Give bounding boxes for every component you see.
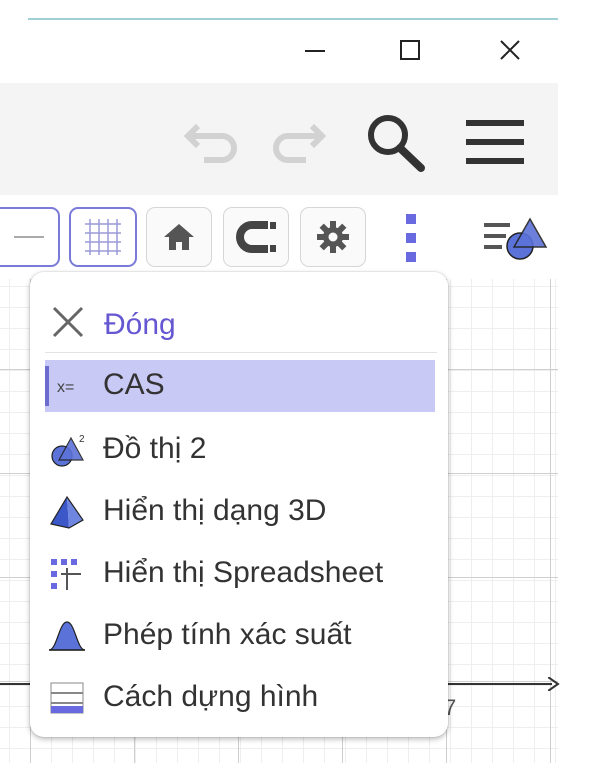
x-axis-arrow (548, 677, 560, 691)
probability-icon (47, 618, 87, 654)
main-menu-button[interactable] (460, 107, 530, 177)
menu-separator (45, 352, 437, 353)
redo-button[interactable] (262, 111, 328, 171)
algebra-view-icon (484, 217, 548, 260)
undo-icon (184, 123, 237, 163)
grid-toggle-button[interactable] (69, 207, 137, 267)
menu-item-cas[interactable]: x= CAS (45, 360, 435, 412)
menu-item-probability[interactable]: Phép tính xác suất (45, 610, 435, 662)
menu-item-label: Hiển thị Spreadsheet (103, 556, 384, 589)
axes-toggle-button[interactable] (0, 207, 60, 267)
search-button[interactable] (360, 107, 430, 177)
maximize-button[interactable] (385, 30, 435, 70)
menu-item-label: Đồ thị 2 (103, 432, 207, 465)
window-controls (280, 30, 560, 70)
more-options-button[interactable] (396, 209, 426, 267)
graphics2-icon: 2 (47, 432, 87, 468)
minimize-button[interactable] (290, 30, 340, 70)
construction-protocol-icon (47, 680, 87, 716)
graphics-toolbar (0, 195, 600, 279)
more-vertical-icon (406, 214, 416, 262)
magnet-icon (236, 221, 276, 253)
svg-text:2: 2 (79, 434, 85, 445)
algebra-view-button[interactable] (480, 211, 552, 265)
app-header (0, 83, 558, 195)
close-button[interactable] (485, 30, 535, 70)
search-icon (368, 115, 425, 172)
spreadsheet-icon (47, 556, 87, 592)
menu-item-label: Phép tính xác suất (103, 618, 352, 651)
minimize-icon (305, 50, 325, 52)
hamburger-menu-icon (466, 120, 524, 164)
close-icon (500, 40, 520, 60)
home-button[interactable] (146, 207, 212, 267)
redo-icon (273, 123, 326, 163)
perspectives-menu: Đóng x= CAS 2 Đồ thị 2 Hiển thị dạng 3D … (30, 272, 448, 737)
menu-item-spreadsheet[interactable]: Hiển thị Spreadsheet (45, 548, 435, 600)
menu-item-label: Hiển thị dạng 3D (103, 494, 327, 527)
settings-button[interactable] (300, 207, 366, 267)
3d-pyramid-icon (47, 494, 87, 530)
menu-item-label: Cách dựng hình (103, 680, 319, 713)
menu-close-button[interactable]: Đóng (30, 292, 448, 354)
menu-close-label: Đóng (104, 308, 176, 341)
undo-button[interactable] (182, 111, 248, 171)
menu-item-3d-view[interactable]: Hiển thị dạng 3D (45, 486, 435, 538)
close-icon (52, 306, 84, 338)
svg-text:x=: x= (57, 379, 74, 396)
snap-magnet-button[interactable] (223, 207, 289, 267)
grid-icon (85, 219, 121, 255)
gear-icon (317, 221, 349, 253)
home-icon (164, 224, 194, 250)
maximize-icon (400, 40, 420, 60)
axes-icon (14, 236, 44, 238)
menu-item-construction-protocol[interactable]: Cách dựng hình (45, 672, 435, 724)
menu-item-graphics-2[interactable]: 2 Đồ thị 2 (45, 424, 435, 476)
menu-item-label: CAS (103, 368, 165, 401)
top-border-line (28, 18, 558, 20)
cas-icon: x= (47, 368, 87, 404)
